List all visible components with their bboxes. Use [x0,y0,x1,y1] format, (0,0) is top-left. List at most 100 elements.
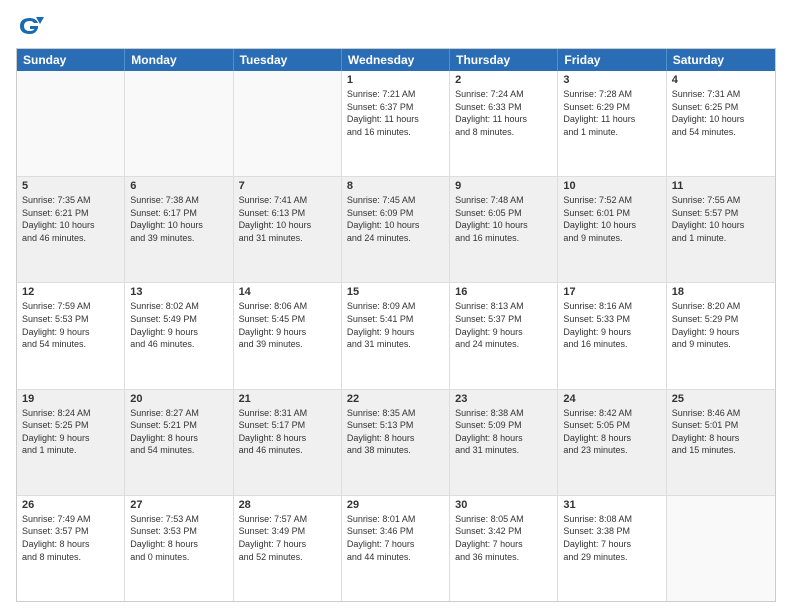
calendar-cell: 20 Sunrise: 8:27 AM Sunset: 5:21 PM Dayli… [125,390,233,495]
day-number: 2 [455,74,552,86]
day-info: Sunrise: 7:57 AM Sunset: 3:49 PM Dayligh… [239,513,336,563]
calendar-cell: 1 Sunrise: 7:21 AM Sunset: 6:37 PM Daylig… [342,71,450,176]
day-info: Sunrise: 7:31 AM Sunset: 6:25 PM Dayligh… [672,88,770,138]
calendar-cell: 4 Sunrise: 7:31 AM Sunset: 6:25 PM Daylig… [667,71,775,176]
day-info: Sunrise: 8:13 AM Sunset: 5:37 PM Dayligh… [455,300,552,350]
calendar-cell: 28Sunrise: 7:57 AM Sunset: 3:49 PM Dayli… [234,496,342,601]
weekday-header: Thursday [450,49,558,71]
calendar-row: 5 Sunrise: 7:35 AM Sunset: 6:21 PM Daylig… [17,176,775,282]
day-info: Sunrise: 8:42 AM Sunset: 5:05 PM Dayligh… [563,407,660,457]
calendar-cell: 23 Sunrise: 8:38 AM Sunset: 5:09 PM Dayli… [450,390,558,495]
day-number: 23 [455,393,552,405]
calendar-cell: 29 Sunrise: 8:01 AM Sunset: 3:46 PM Dayli… [342,496,450,601]
calendar-cell: 9 Sunrise: 7:48 AM Sunset: 6:05 PM Daylig… [450,177,558,282]
weekday-header: Wednesday [342,49,450,71]
calendar-cell: 30 Sunrise: 8:05 AM Sunset: 3:42 PM Dayli… [450,496,558,601]
weekday-header: Friday [558,49,666,71]
day-info: Sunrise: 8:38 AM Sunset: 5:09 PM Dayligh… [455,407,552,457]
calendar-cell: 11 Sunrise: 7:55 AM Sunset: 5:57 PM Dayli… [667,177,775,282]
calendar-row: 26 Sunrise: 7:49 AM Sunset: 3:57 PM Dayli… [17,495,775,601]
logo-icon [16,12,44,40]
calendar-cell: 16 Sunrise: 8:13 AM Sunset: 5:37 PM Dayli… [450,283,558,388]
calendar-cell: 26 Sunrise: 7:49 AM Sunset: 3:57 PM Dayli… [17,496,125,601]
calendar-cell: 27Sunrise: 7:53 AM Sunset: 3:53 PM Dayli… [125,496,233,601]
day-number: 3 [563,74,660,86]
calendar-cell: 21Sunrise: 8:31 AM Sunset: 5:17 PM Dayli… [234,390,342,495]
calendar-cell: 8 Sunrise: 7:45 AM Sunset: 6:09 PM Daylig… [342,177,450,282]
day-info: Sunrise: 7:21 AM Sunset: 6:37 PM Dayligh… [347,88,444,138]
day-number: 20 [130,393,227,405]
day-info: Sunrise: 7:52 AM Sunset: 6:01 PM Dayligh… [563,194,660,244]
day-number: 26 [22,499,119,511]
day-info: Sunrise: 8:35 AM Sunset: 5:13 PM Dayligh… [347,407,444,457]
day-number: 21 [239,393,336,405]
day-info: Sunrise: 7:45 AM Sunset: 6:09 PM Dayligh… [347,194,444,244]
calendar-cell: 17 Sunrise: 8:16 AM Sunset: 5:33 PM Dayli… [558,283,666,388]
calendar-cell [234,71,342,176]
day-info: Sunrise: 8:46 AM Sunset: 5:01 PM Dayligh… [672,407,770,457]
day-number: 18 [672,286,770,298]
calendar-cell [17,71,125,176]
day-number: 24 [563,393,660,405]
calendar-row: 19 Sunrise: 8:24 AM Sunset: 5:25 PM Dayli… [17,389,775,495]
calendar-cell: 10Sunrise: 7:52 AM Sunset: 6:01 PM Dayli… [558,177,666,282]
day-number: 11 [672,180,770,192]
day-info: Sunrise: 8:20 AM Sunset: 5:29 PM Dayligh… [672,300,770,350]
calendar-row: 12Sunrise: 7:59 AM Sunset: 5:53 PM Dayli… [17,282,775,388]
day-number: 12 [22,286,119,298]
day-number: 29 [347,499,444,511]
day-info: Sunrise: 7:24 AM Sunset: 6:33 PM Dayligh… [455,88,552,138]
day-info: Sunrise: 7:41 AM Sunset: 6:13 PM Dayligh… [239,194,336,244]
day-number: 15 [347,286,444,298]
day-info: Sunrise: 8:05 AM Sunset: 3:42 PM Dayligh… [455,513,552,563]
logo [16,12,48,40]
weekday-header: Sunday [17,49,125,71]
day-number: 22 [347,393,444,405]
header [16,12,776,40]
day-info: Sunrise: 7:48 AM Sunset: 6:05 PM Dayligh… [455,194,552,244]
day-info: Sunrise: 7:49 AM Sunset: 3:57 PM Dayligh… [22,513,119,563]
day-number: 7 [239,180,336,192]
day-number: 16 [455,286,552,298]
calendar-cell [125,71,233,176]
calendar-body: 1 Sunrise: 7:21 AM Sunset: 6:37 PM Daylig… [17,71,775,601]
day-number: 31 [563,499,660,511]
day-number: 9 [455,180,552,192]
calendar-cell: 13Sunrise: 8:02 AM Sunset: 5:49 PM Dayli… [125,283,233,388]
day-info: Sunrise: 8:24 AM Sunset: 5:25 PM Dayligh… [22,407,119,457]
day-number: 1 [347,74,444,86]
day-info: Sunrise: 7:35 AM Sunset: 6:21 PM Dayligh… [22,194,119,244]
day-number: 8 [347,180,444,192]
calendar-cell: 2 Sunrise: 7:24 AM Sunset: 6:33 PM Daylig… [450,71,558,176]
day-info: Sunrise: 8:01 AM Sunset: 3:46 PM Dayligh… [347,513,444,563]
day-number: 17 [563,286,660,298]
calendar-cell: 31 Sunrise: 8:08 AM Sunset: 3:38 PM Dayli… [558,496,666,601]
day-info: Sunrise: 8:27 AM Sunset: 5:21 PM Dayligh… [130,407,227,457]
calendar-cell: 5 Sunrise: 7:35 AM Sunset: 6:21 PM Daylig… [17,177,125,282]
day-number: 30 [455,499,552,511]
calendar-cell: 24 Sunrise: 8:42 AM Sunset: 5:05 PM Dayli… [558,390,666,495]
calendar-cell: 18 Sunrise: 8:20 AM Sunset: 5:29 PM Dayli… [667,283,775,388]
day-number: 14 [239,286,336,298]
calendar-cell: 25Sunrise: 8:46 AM Sunset: 5:01 PM Dayli… [667,390,775,495]
page: SundayMondayTuesdayWednesdayThursdayFrid… [0,0,792,612]
day-info: Sunrise: 7:28 AM Sunset: 6:29 PM Dayligh… [563,88,660,138]
weekday-header: Tuesday [234,49,342,71]
weekday-header: Monday [125,49,233,71]
day-info: Sunrise: 8:08 AM Sunset: 3:38 PM Dayligh… [563,513,660,563]
day-number: 6 [130,180,227,192]
day-number: 19 [22,393,119,405]
day-number: 4 [672,74,770,86]
day-info: Sunrise: 8:02 AM Sunset: 5:49 PM Dayligh… [130,300,227,350]
day-info: Sunrise: 8:16 AM Sunset: 5:33 PM Dayligh… [563,300,660,350]
calendar-row: 1 Sunrise: 7:21 AM Sunset: 6:37 PM Daylig… [17,71,775,176]
day-info: Sunrise: 7:53 AM Sunset: 3:53 PM Dayligh… [130,513,227,563]
calendar-cell: 15Sunrise: 8:09 AM Sunset: 5:41 PM Dayli… [342,283,450,388]
day-info: Sunrise: 7:55 AM Sunset: 5:57 PM Dayligh… [672,194,770,244]
day-info: Sunrise: 7:38 AM Sunset: 6:17 PM Dayligh… [130,194,227,244]
calendar: SundayMondayTuesdayWednesdayThursdayFrid… [16,48,776,602]
calendar-cell: 7 Sunrise: 7:41 AM Sunset: 6:13 PM Daylig… [234,177,342,282]
day-number: 5 [22,180,119,192]
calendar-cell: 6 Sunrise: 7:38 AM Sunset: 6:17 PM Daylig… [125,177,233,282]
calendar-cell: 22 Sunrise: 8:35 AM Sunset: 5:13 PM Dayli… [342,390,450,495]
